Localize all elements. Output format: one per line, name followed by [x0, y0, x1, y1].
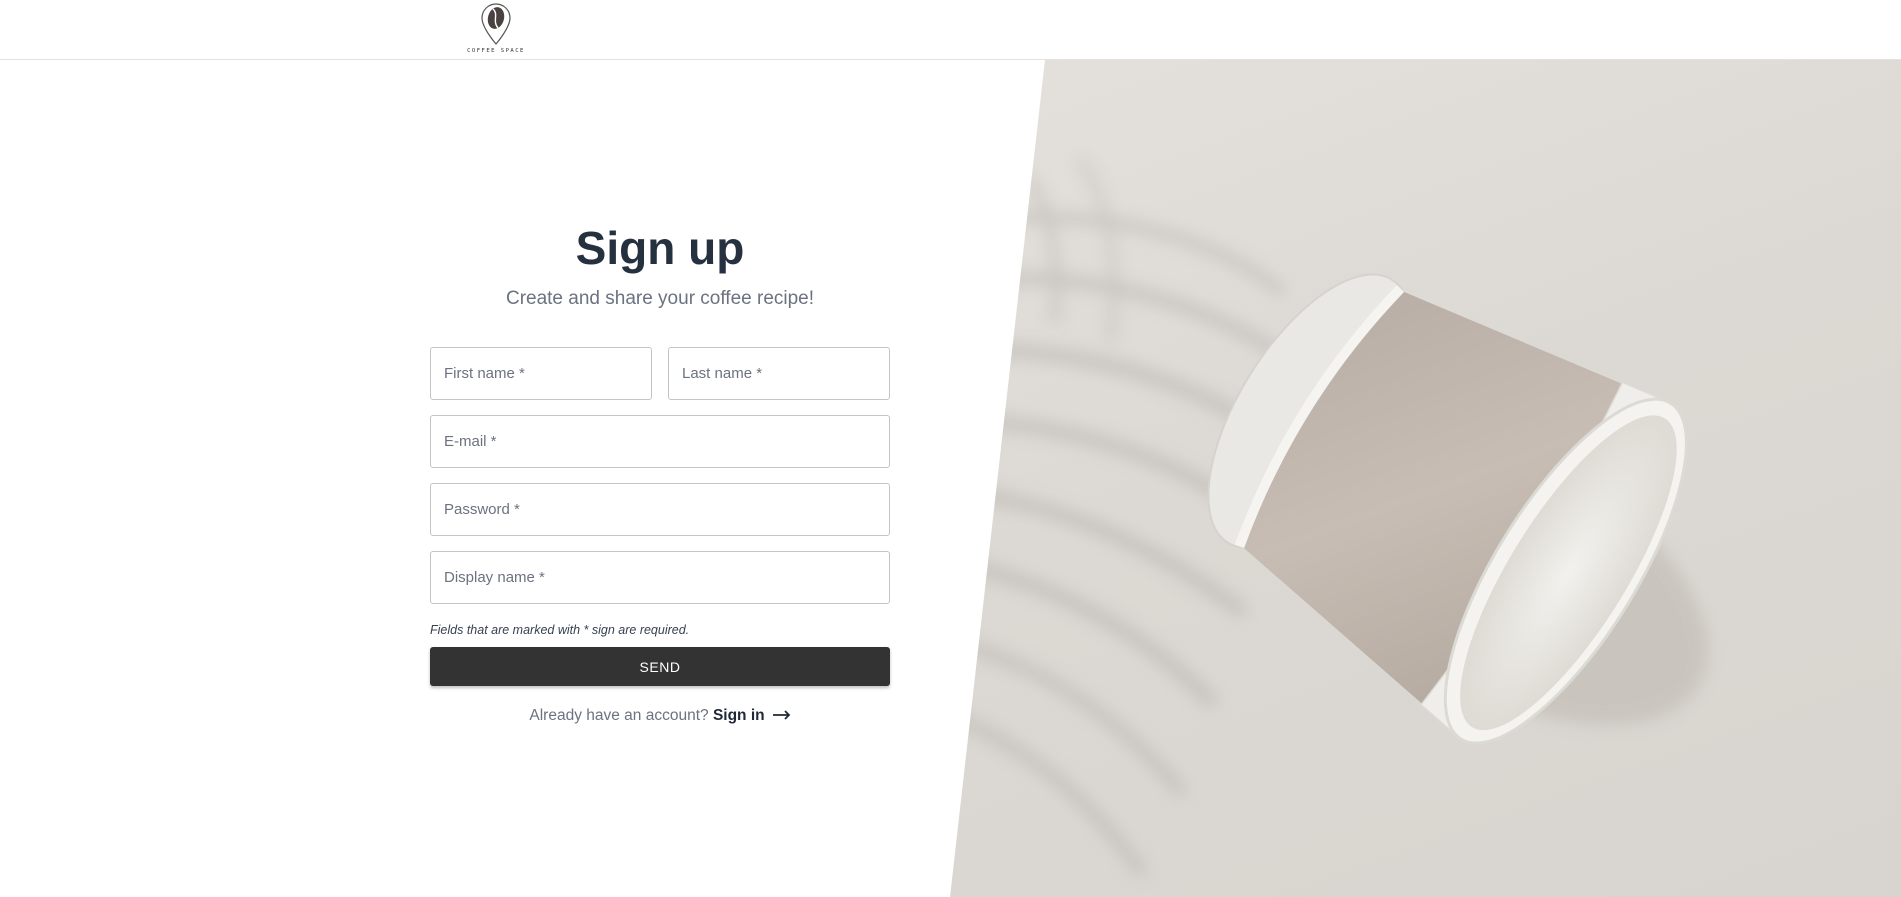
signup-form: Sign up Create and share your coffee rec…: [430, 220, 890, 727]
form-fields: [430, 347, 890, 604]
top-header: COFFEE SPACE: [0, 0, 1901, 60]
name-row: [430, 347, 890, 400]
arrow-right-icon: [772, 705, 791, 727]
email-row: [430, 415, 890, 468]
email-input[interactable]: [430, 415, 890, 468]
last-name-input[interactable]: [668, 347, 890, 400]
hero-image: [950, 60, 1901, 897]
page-subtitle: Create and share your coffee recipe!: [505, 288, 815, 309]
coffee-bean-pin-icon: [481, 3, 511, 45]
signin-prompt: Already have an account?: [529, 707, 709, 725]
brand-logo[interactable]: COFFEE SPACE: [466, 2, 526, 58]
coffee-cup-illustration: [950, 157, 1709, 876]
page-title: Sign up: [575, 222, 745, 274]
signup-page: COFFEE SPACE Sign up Create and share yo…: [0, 0, 1901, 897]
send-button[interactable]: SEND: [430, 647, 890, 686]
password-row: [430, 483, 890, 536]
display-name-row: [430, 551, 890, 604]
signin-row: Already have an account? Sign in: [430, 705, 890, 727]
display-name-input[interactable]: [430, 551, 890, 604]
required-fields-note: Fields that are marked with * sign are r…: [430, 623, 690, 637]
signin-link[interactable]: Sign in: [713, 707, 791, 724]
first-name-input[interactable]: [430, 347, 652, 400]
signin-link-label: Sign in: [712, 707, 765, 725]
logo-text: COFFEE SPACE: [467, 48, 525, 54]
password-input[interactable]: [430, 483, 890, 536]
